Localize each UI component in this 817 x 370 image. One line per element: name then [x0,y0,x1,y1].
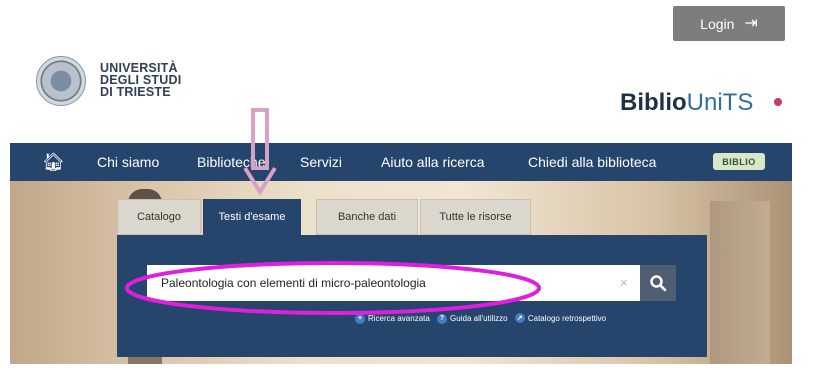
university-logo[interactable]: UNIVERSITÀ DEGLI STUDI DI TRIESTE [36,56,206,106]
content-strip [255,364,495,370]
nav-item-aiuto-ricerca[interactable]: Aiuto alla ricerca [381,143,485,181]
nav-item-chi-siamo[interactable]: Chi siamo [97,143,159,181]
biblio-units-brand[interactable]: BiblioUniTS [620,89,753,117]
search-icon [650,275,667,292]
clear-icon[interactable]: × [620,275,628,290]
tab-testi-esame[interactable]: Testi d'esame [203,199,301,235]
tab-catalogo[interactable]: Catalogo [117,199,201,235]
biblio-badge[interactable]: BIBLIO [713,153,765,170]
pillar-image [710,201,770,364]
brand-dot-icon [774,98,782,106]
tab-tutte-risorse[interactable]: Tutte le risorse [420,199,531,235]
nav-item-servizi[interactable]: Servizi [300,143,342,181]
nav-item-chiedi-biblioteca[interactable]: Chiedi alla biblioteca [528,143,656,181]
search-button[interactable] [640,265,676,301]
tab-banche-dati[interactable]: Banche dati [316,199,418,235]
login-button[interactable]: Login ⇥ [673,6,785,41]
login-label: Login [700,15,735,32]
main-navigation: 🏠︎ Chi siamo Biblioteche Servizi Aiuto a… [10,143,792,181]
sign-in-icon: ⇥ [744,14,758,32]
university-seal-icon [36,56,86,106]
university-name: UNIVERSITÀ DEGLI STUDI DI TRIESTE [100,61,182,99]
annotation-highlight-ellipse [125,261,541,315]
annotation-arrow [243,108,277,196]
home-icon[interactable]: 🏠︎ [42,143,65,181]
